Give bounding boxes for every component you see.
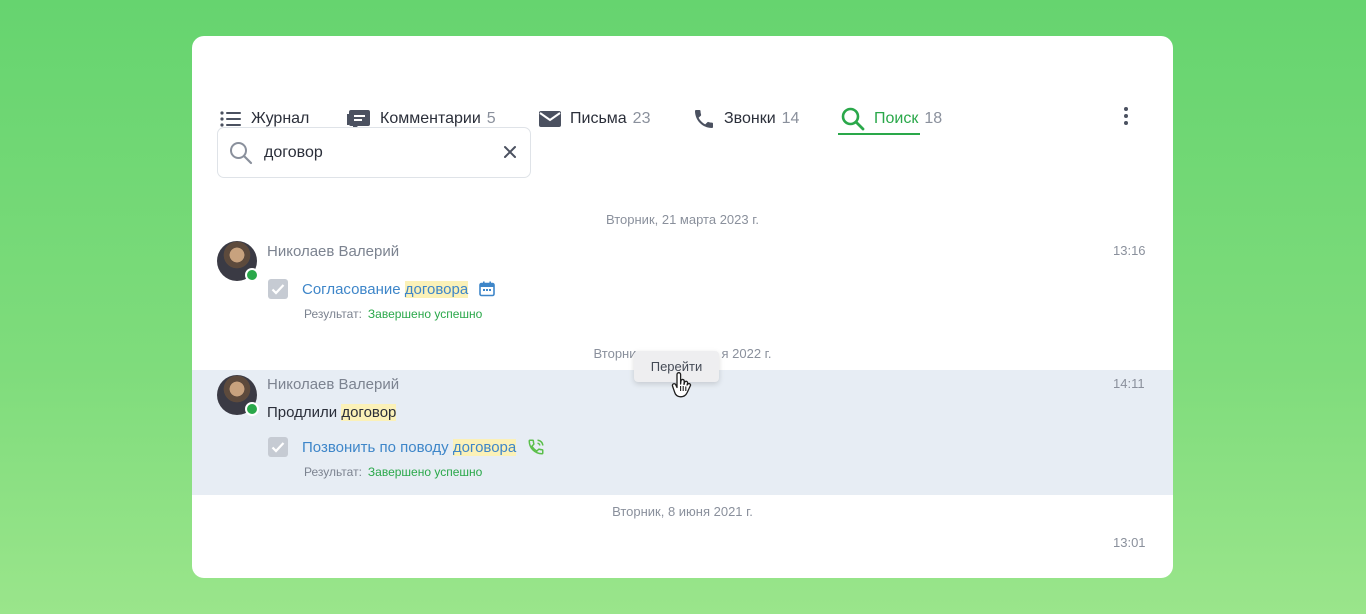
entry-time: 13:01 bbox=[1113, 535, 1146, 550]
task-item: Согласование договора bbox=[268, 279, 495, 299]
close-icon bbox=[504, 146, 516, 158]
task-checkbox[interactable] bbox=[268, 279, 288, 299]
entry-time: 13:16 bbox=[1113, 243, 1146, 258]
tab-count: 14 bbox=[781, 110, 800, 127]
active-tab-indicator bbox=[838, 133, 920, 135]
hand-pointer-cursor-icon bbox=[670, 372, 692, 405]
tab-label: Звонки bbox=[724, 110, 776, 127]
tab-label: Поиск bbox=[874, 110, 919, 127]
list-icon bbox=[219, 109, 243, 129]
task-item: Позвонить по поводу договора bbox=[268, 437, 545, 457]
tab-label: Журнал bbox=[251, 110, 310, 127]
calendar-icon bbox=[479, 281, 495, 297]
result-status: Завершено успешно bbox=[367, 465, 483, 479]
tab-count: 5 bbox=[486, 110, 496, 127]
task-result: Результат: Завершено успешно bbox=[304, 465, 483, 479]
search-box bbox=[217, 127, 531, 178]
online-status-indicator bbox=[245, 268, 259, 282]
tab-search[interactable]: Поиск 18 bbox=[840, 104, 942, 134]
search-highlight: договора bbox=[404, 280, 469, 298]
mail-icon bbox=[538, 109, 562, 129]
author-name[interactable]: Николаев Валерий bbox=[267, 376, 399, 393]
online-status-indicator bbox=[245, 402, 259, 416]
more-menu-button[interactable] bbox=[1114, 104, 1138, 132]
tab-letters[interactable]: Письма 23 bbox=[538, 104, 650, 134]
search-icon bbox=[228, 140, 254, 166]
tab-count: 18 bbox=[924, 110, 943, 127]
check-icon bbox=[271, 284, 285, 295]
tab-label: Письма bbox=[570, 110, 627, 127]
author-name[interactable]: Николаев Валерий bbox=[267, 243, 399, 260]
check-icon bbox=[271, 442, 285, 453]
search-highlight: договор bbox=[341, 404, 397, 421]
avatar[interactable] bbox=[217, 241, 259, 282]
task-checkbox[interactable] bbox=[268, 437, 288, 457]
phone-icon bbox=[692, 107, 716, 131]
tab-count: 23 bbox=[632, 110, 651, 127]
search-input[interactable] bbox=[262, 142, 491, 163]
entry-time: 14:11 bbox=[1113, 376, 1145, 391]
date-separator: Вторник, 8 июня 2021 г. bbox=[612, 504, 753, 519]
phone-call-icon bbox=[527, 438, 545, 456]
date-separator: Вторник, 21 марта 2023 г. bbox=[606, 212, 759, 227]
feed-card: Журнал Комментарии 5 Письма 23 Звонки 14 bbox=[192, 36, 1173, 578]
search-icon bbox=[840, 106, 866, 132]
avatar[interactable] bbox=[217, 375, 259, 416]
result-status: Завершено успешно bbox=[367, 307, 483, 321]
task-link[interactable]: Согласование договора bbox=[302, 280, 469, 298]
clear-search-button[interactable] bbox=[500, 142, 520, 162]
task-result: Результат: Завершено успешно bbox=[304, 307, 483, 321]
task-link[interactable]: Позвонить по поводу договора bbox=[302, 438, 517, 456]
tab-label: Комментарии bbox=[380, 110, 481, 127]
comment-text: Продлили договор bbox=[267, 404, 397, 421]
search-highlight: договора bbox=[452, 438, 517, 456]
kebab-icon bbox=[1123, 106, 1129, 131]
tab-calls[interactable]: Звонки 14 bbox=[692, 104, 799, 134]
tab-bar: Журнал Комментарии 5 Письма 23 Звонки 14 bbox=[192, 36, 1173, 136]
